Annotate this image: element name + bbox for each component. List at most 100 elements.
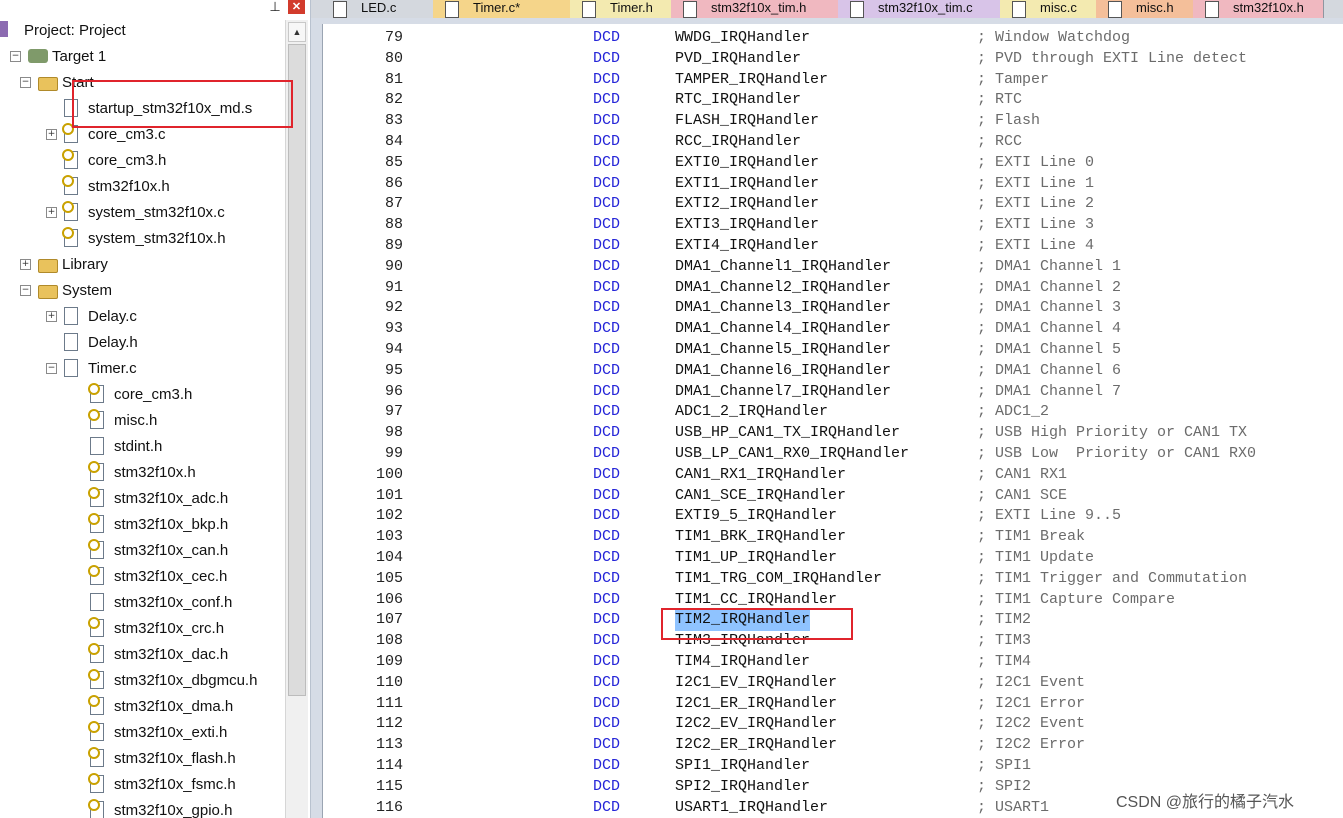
tree-item[interactable]: stm32f10x_dma.h [0, 694, 284, 720]
tree-item[interactable]: stm32f10x_conf.h [0, 590, 284, 616]
tab-file[interactable]: LED.c [321, 0, 434, 18]
symbol[interactable]: DMA1_Channel1_IRQHandler [675, 257, 891, 278]
tree-item[interactable]: stm32f10x_exti.h [0, 720, 284, 746]
code-editor[interactable]: 79 DCD WWDG_IRQHandler ; Window Watchdog 80 D… [322, 24, 1343, 818]
symbol[interactable]: TIM1_TRG_COM_IRQHandler [675, 569, 882, 590]
symbol[interactable]: SPI1_IRQHandler [675, 756, 810, 777]
symbol[interactable]: FLASH_IRQHandler [675, 111, 819, 132]
symbol[interactable]: RTC_IRQHandler [675, 90, 801, 111]
symbol[interactable]: USART1_IRQHandler [675, 798, 828, 818]
expand-icon[interactable]: + [20, 259, 31, 270]
tree-item[interactable]: + system_stm32f10x.c [0, 200, 284, 226]
tree-item[interactable]: system_stm32f10x.h [0, 226, 284, 252]
collapse-icon[interactable]: − [46, 363, 57, 374]
tree-item[interactable]: Delay.h [0, 330, 284, 356]
symbol[interactable]: EXTI2_IRQHandler [675, 194, 819, 215]
code-line[interactable]: 101 DCD CAN1_SCE_IRQHandler ; CAN1 SCE [323, 486, 1343, 507]
tree-item[interactable]: core_cm3.h [0, 382, 284, 408]
code-line[interactable]: 98 DCD USB_HP_CAN1_TX_IRQHandler ; USB High… [323, 423, 1343, 444]
expand-icon[interactable]: + [46, 129, 57, 140]
symbol[interactable]: DMA1_Channel3_IRQHandler [675, 298, 891, 319]
tree-item[interactable]: stm32f10x_dbgmcu.h [0, 668, 284, 694]
tree-item[interactable]: stm32f10x_dac.h [0, 642, 284, 668]
tree-item[interactable]: − System [0, 278, 284, 304]
code-line[interactable]: 113 DCD I2C2_ER_IRQHandler ; I2C2 Error [323, 735, 1343, 756]
scroll-thumb[interactable] [288, 44, 306, 696]
code-line[interactable]: 85 DCD EXTI0_IRQHandler ; EXTI Line 0 [323, 153, 1343, 174]
symbol[interactable]: DMA1_Channel6_IRQHandler [675, 361, 891, 382]
tree-item[interactable]: stm32f10x.h [0, 174, 284, 200]
tree-item[interactable]: stm32f10x_crc.h [0, 616, 284, 642]
symbol[interactable]: DMA1_Channel2_IRQHandler [675, 278, 891, 299]
code-line[interactable]: 102 DCD EXTI9_5_IRQHandler ; EXTI Line 9..5 [323, 506, 1343, 527]
tree-item[interactable]: − Target 1 [0, 44, 284, 70]
code-line[interactable]: 91 DCD DMA1_Channel2_IRQHandler ; DMA1 Chan… [323, 278, 1343, 299]
symbol[interactable]: CAN1_SCE_IRQHandler [675, 486, 846, 507]
tab-file[interactable]: misc.c [1000, 0, 1097, 18]
code-line[interactable]: 84 DCD RCC_IRQHandler ; RCC [323, 132, 1343, 153]
symbol[interactable]: USB_LP_CAN1_RX0_IRQHandler [675, 444, 909, 465]
code-line[interactable]: 89 DCD EXTI4_IRQHandler ; EXTI Line 4 [323, 236, 1343, 257]
code-line[interactable]: 105 DCD TIM1_TRG_COM_IRQHandler ; TIM1 Trig… [323, 569, 1343, 590]
symbol[interactable]: CAN1_RX1_IRQHandler [675, 465, 846, 486]
tree-item[interactable]: stdint.h [0, 434, 284, 460]
code-line[interactable]: 104 DCD TIM1_UP_IRQHandler ; TIM1 Update [323, 548, 1343, 569]
symbol[interactable]: TIM1_BRK_IRQHandler [675, 527, 846, 548]
tree-item[interactable]: stm32f10x_fsmc.h [0, 772, 284, 798]
collapse-icon[interactable]: − [20, 285, 31, 296]
tab-file[interactable]: stm32f10x.h [1193, 0, 1324, 18]
code-line[interactable]: 81 DCD TAMPER_IRQHandler ; Tamper [323, 70, 1343, 91]
tree-item[interactable]: − Timer.c [0, 356, 284, 382]
symbol[interactable]: DMA1_Channel5_IRQHandler [675, 340, 891, 361]
tree-item[interactable]: stm32f10x_bkp.h [0, 512, 284, 538]
tree-item[interactable]: stm32f10x_can.h [0, 538, 284, 564]
code-line[interactable]: 110 DCD I2C1_EV_IRQHandler ; I2C1 Event [323, 673, 1343, 694]
code-line[interactable]: 103 DCD TIM1_BRK_IRQHandler ; TIM1 Break [323, 527, 1343, 548]
tab-file[interactable]: misc.h [1096, 0, 1194, 18]
code-line[interactable]: 111 DCD I2C1_ER_IRQHandler ; I2C1 Error [323, 694, 1343, 715]
tree-scrollbar[interactable]: ▲ [285, 20, 308, 818]
close-icon[interactable]: ✕ [288, 0, 305, 14]
code-line[interactable]: 82 DCD RTC_IRQHandler ; RTC [323, 90, 1343, 111]
symbol[interactable]: TIM4_IRQHandler [675, 652, 810, 673]
tab-file[interactable]: stm32f10x_tim.c [838, 0, 1001, 18]
tab-file[interactable]: Timer.c* [433, 0, 571, 18]
code-line[interactable]: 88 DCD EXTI3_IRQHandler ; EXTI Line 3 [323, 215, 1343, 236]
code-line[interactable]: 100 DCD CAN1_RX1_IRQHandler ; CAN1 RX1 [323, 465, 1343, 486]
symbol[interactable]: USB_HP_CAN1_TX_IRQHandler [675, 423, 900, 444]
expand-icon[interactable]: + [46, 311, 57, 322]
code-line[interactable]: 80 DCD PVD_IRQHandler ; PVD through EXTI Li… [323, 49, 1343, 70]
tree-item[interactable]: stm32f10x_gpio.h [0, 798, 284, 818]
code-line[interactable]: 83 DCD FLASH_IRQHandler ; Flash [323, 111, 1343, 132]
code-line[interactable]: 99 DCD USB_LP_CAN1_RX0_IRQHandler ; USB Low… [323, 444, 1343, 465]
symbol[interactable]: EXTI1_IRQHandler [675, 174, 819, 195]
tree-item[interactable]: stm32f10x_cec.h [0, 564, 284, 590]
code-line[interactable]: 95 DCD DMA1_Channel6_IRQHandler ; DMA1 Chan… [323, 361, 1343, 382]
tree-item[interactable]: stm32f10x.h [0, 460, 284, 486]
symbol[interactable]: EXTI9_5_IRQHandler [675, 506, 837, 527]
tree-item[interactable]: + Delay.c [0, 304, 284, 330]
tree-item[interactable]: + Library [0, 252, 284, 278]
symbol[interactable]: RCC_IRQHandler [675, 132, 801, 153]
code-line[interactable]: 86 DCD EXTI1_IRQHandler ; EXTI Line 1 [323, 174, 1343, 195]
code-line[interactable]: 114 DCD SPI1_IRQHandler ; SPI1 [323, 756, 1343, 777]
code-line[interactable]: 90 DCD DMA1_Channel1_IRQHandler ; DMA1 Chan… [323, 257, 1343, 278]
code-line[interactable]: 97 DCD ADC1_2_IRQHandler ; ADC1_2 [323, 402, 1343, 423]
collapse-icon[interactable]: − [20, 77, 31, 88]
collapse-icon[interactable]: − [10, 51, 21, 62]
tree-item[interactable]: stm32f10x_adc.h [0, 486, 284, 512]
symbol[interactable]: SPI2_IRQHandler [675, 777, 810, 798]
symbol[interactable]: EXTI3_IRQHandler [675, 215, 819, 236]
tree-item[interactable]: stm32f10x_flash.h [0, 746, 284, 772]
symbol[interactable]: PVD_IRQHandler [675, 49, 801, 70]
code-line[interactable]: 92 DCD DMA1_Channel3_IRQHandler ; DMA1 Chan… [323, 298, 1343, 319]
code-line[interactable]: 93 DCD DMA1_Channel4_IRQHandler ; DMA1 Chan… [323, 319, 1343, 340]
code-line[interactable]: 87 DCD EXTI2_IRQHandler ; EXTI Line 2 [323, 194, 1343, 215]
symbol[interactable]: TAMPER_IRQHandler [675, 70, 828, 91]
symbol[interactable]: DMA1_Channel4_IRQHandler [675, 319, 891, 340]
symbol[interactable]: EXTI0_IRQHandler [675, 153, 819, 174]
symbol[interactable]: EXTI4_IRQHandler [675, 236, 819, 257]
tab-file[interactable]: Timer.h [570, 0, 672, 18]
symbol[interactable]: I2C1_ER_IRQHandler [675, 694, 837, 715]
code-line[interactable]: 112 DCD I2C2_EV_IRQHandler ; I2C2 Event [323, 714, 1343, 735]
